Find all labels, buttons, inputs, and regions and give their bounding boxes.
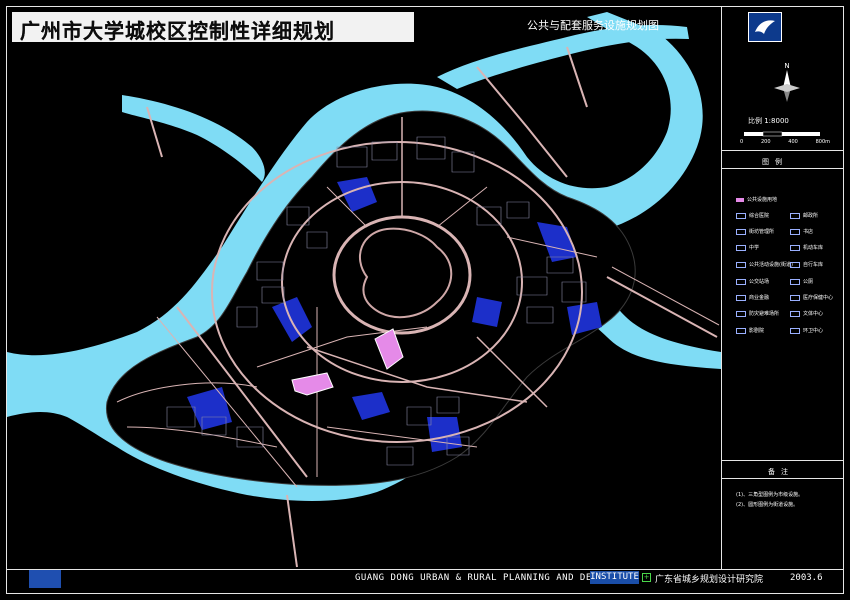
legend-item-public-facility: 公共设施用地 [736,196,777,203]
legend-label: 机动车库 [803,245,824,251]
divider [721,478,843,479]
north-arrow-icon: N [774,62,800,102]
legend-swatch [736,197,744,202]
legend-label: 公厕 [803,279,814,285]
legend-item: 书店 [790,228,813,235]
legend-label: 医疗保健中心 [803,295,834,301]
river-channel-north [122,95,265,182]
note-line: (2)、圆形图例为街道设施。 [736,502,799,508]
institute-name-en: GUANG DONG URBAN & RURAL PLANNING AND DE… [355,573,616,583]
legend-item: 公厕 [790,278,813,285]
legend-label: 影剧院 [749,328,765,334]
legend-item: 防灾避难场所 [736,310,779,317]
legend-symbol-icon [790,228,800,235]
divider [721,460,843,461]
scale-tick: 0 [740,139,744,145]
legend-title: 图例 [762,158,788,166]
legend-item: 环卫中心 [790,327,823,334]
north-label: N [784,62,789,70]
scale-tick: 800m [815,139,830,145]
legend-item: 公共活动设施(街道) [736,261,793,268]
scale-label: 比例 1:8000 [748,117,789,125]
map-canvas [7,7,721,569]
legend-label: 文体中心 [803,311,824,317]
legend-label: 自行车库 [803,262,824,268]
legend-item: 街坊管理所 [736,228,774,235]
map-title: 广州市大学城校区控制性详细规划 [20,19,335,43]
legend-symbol-icon [790,327,800,334]
scale-tick: 400 [788,139,798,145]
legend-item: 机动车库 [790,244,823,251]
legend-symbol-icon [790,294,800,301]
legend-label: 公共设施用地 [747,197,778,203]
legend-label: 书店 [803,229,814,235]
legend-symbol-icon [790,261,800,268]
map-subtitle: 公共与配套服务设施规划图 [527,19,659,32]
plan-date: 2003.6 [790,573,823,583]
legend-label: 综合医院 [749,213,770,219]
institute-logo [748,12,782,42]
legend-label: 防灾避难场所 [749,311,780,317]
legend-item: 医疗保健中心 [790,294,833,301]
legend-label: 街坊管理所 [749,229,775,235]
note-line: (1)、三角型图例为市级设施。 [736,492,804,498]
footer-swatch [29,570,61,588]
institute-mark-icon: + [642,573,651,582]
institute-name-cn: 广东省城乡规划设计研究院 [655,575,764,585]
scale-ticks: 0 200 400 800m [740,139,830,145]
divider [721,150,843,151]
legend-symbol-icon [790,244,800,251]
legend-symbol-icon [736,261,746,268]
legend-symbol-icon [790,212,800,219]
legend-item: 文体中心 [790,310,823,317]
divider [721,168,843,169]
master-plan-map [7,12,721,568]
legend-symbol-icon [736,228,746,235]
legend-symbol-icon [736,327,746,334]
legend-label: 中学 [749,245,760,251]
legend-symbol-icon [736,244,746,251]
legend-symbol-icon [736,294,746,301]
scale-tick: 200 [760,139,771,145]
legend-item: 公交站场 [736,278,769,285]
legend-symbol-icon [790,310,800,317]
legend-symbol-icon [790,278,800,285]
legend-symbol-icon [736,310,746,317]
legend-item: 邮政所 [790,212,818,219]
legend-label: 公交站场 [749,279,770,285]
institute-badge: INSTITUTE [590,571,639,584]
legend-symbol-icon [736,212,746,219]
legend-item: 商业金融 [736,294,769,301]
legend-label: 邮政所 [803,213,819,219]
legend-item: 综合医院 [736,212,769,219]
legend-item: 影剧院 [736,327,764,334]
legend-item: 中学 [736,244,759,251]
logo-icon [755,20,775,34]
legend-item: 自行车库 [790,261,823,268]
footer-divider [7,569,843,570]
notes-title: 备注 [768,468,794,476]
legend-label: 商业金融 [749,295,770,301]
legend-label: 环卫中心 [803,328,824,334]
legend-label: 公共活动设施(街道) [749,262,793,268]
legend-symbol-icon [736,278,746,285]
